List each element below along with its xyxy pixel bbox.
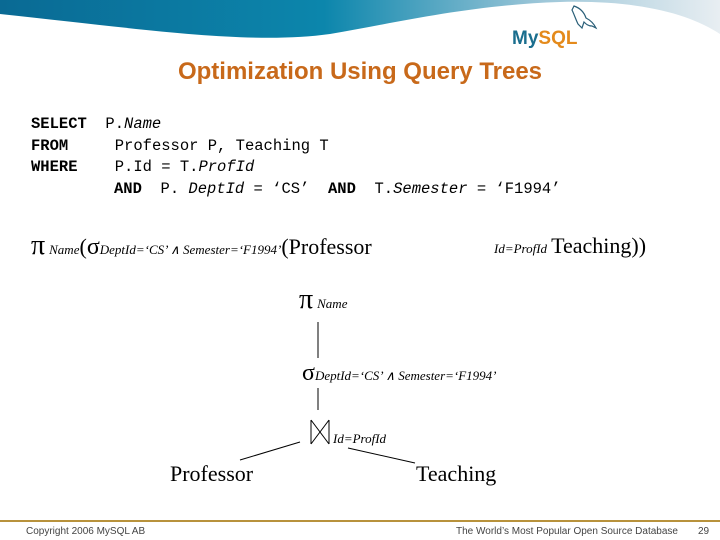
pi-symbol: π: [299, 284, 314, 315]
footer-divider: [0, 520, 720, 522]
tree-leaf-teaching: Teaching: [416, 461, 497, 486]
tree-node-projection: π Name: [299, 284, 348, 315]
footer-tagline: The World’s Most Popular Open Source Dat…: [456, 526, 678, 537]
tree-node-join-condition: Id=ProfId: [333, 431, 387, 446]
query-tree-edges: [239, 322, 416, 464]
edge-join-professor: [239, 441, 301, 461]
page-number: 29: [698, 526, 710, 537]
edge-join-teaching: [347, 447, 416, 464]
bowtie-join-icon: [310, 419, 330, 445]
tree-node-selection: σDeptId=‘CS’ ∧ Semester=‘F1994’: [302, 360, 497, 386]
tree-leaf-professor: Professor: [170, 461, 254, 486]
sigma-symbol: σ: [302, 360, 315, 386]
footer-copyright: Copyright 2006 MySQL AB: [26, 526, 146, 537]
